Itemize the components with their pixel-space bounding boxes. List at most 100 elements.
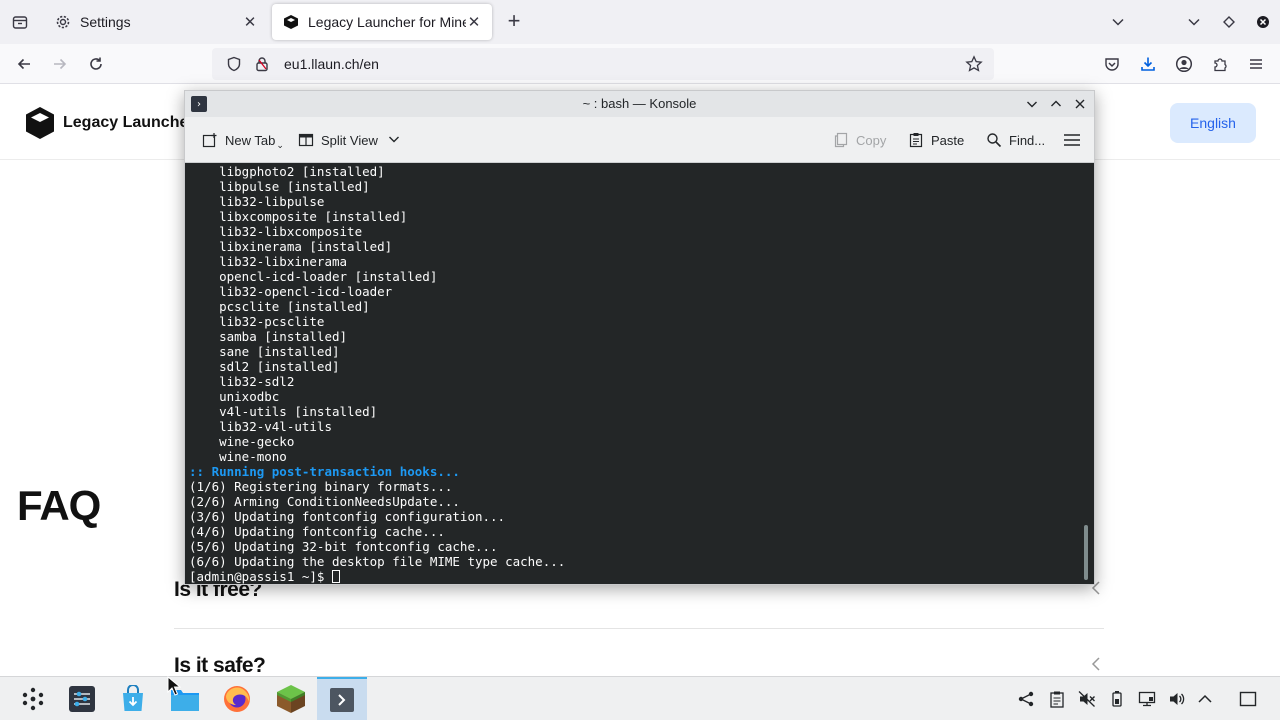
window-maximize-button[interactable] <box>1217 10 1241 34</box>
terminal-lines: libgphoto2 [installed] libpulse [install… <box>189 164 1079 584</box>
audio-muted-tray[interactable] <box>1077 689 1097 709</box>
task-system-settings[interactable] <box>57 677 107 720</box>
hamburger-menu-icon <box>1250 59 1262 69</box>
bookmark-star-icon[interactable] <box>962 52 986 76</box>
terminal-hook-header: :: Running post-transaction hooks... <box>189 464 460 479</box>
clipboard-tray[interactable] <box>1047 689 1067 709</box>
terminal-line: opencl-icd-loader [installed] <box>189 269 438 284</box>
battery-tray[interactable] <box>1107 689 1127 709</box>
browser-tab-bar: Settings ✕ Legacy Launcher for Minec ✕ + <box>0 0 1280 44</box>
terminal-line: unixodbc <box>189 389 280 404</box>
discover-store-icon <box>123 685 143 711</box>
chevron-up-icon <box>1198 694 1212 703</box>
volume-tray[interactable] <box>1167 689 1187 709</box>
speaker-icon <box>1170 693 1185 705</box>
forward-button[interactable] <box>48 52 72 76</box>
terminal-line: (5/6) Updating 32-bit fontconfig cache..… <box>189 539 498 554</box>
split-view-button[interactable]: Split View <box>297 129 400 151</box>
new-tab-label: New Tab <box>225 132 276 148</box>
konsole-maximize-button[interactable] <box>1047 95 1065 113</box>
terminal-line: lib32-pcsclite <box>189 314 325 329</box>
terminal-line: lib32-libxcomposite <box>189 224 363 239</box>
desktop-icon <box>1239 691 1257 707</box>
terminal-output[interactable]: libgphoto2 [installed] libpulse [install… <box>185 163 1094 584</box>
new-tab-button[interactable]: + <box>502 10 526 34</box>
close-tab-icon[interactable]: ✕ <box>242 14 258 31</box>
konsole-close-button[interactable] <box>1071 95 1089 113</box>
account-button[interactable] <box>1172 52 1196 76</box>
window-close-button[interactable] <box>1251 10 1275 34</box>
terminal-line: wine-gecko <box>189 434 295 449</box>
terminal-line: lib32-sdl2 <box>189 374 295 389</box>
download-icon <box>1141 57 1155 71</box>
launcher-logo-icon[interactable] <box>24 106 56 140</box>
reload-button[interactable] <box>84 52 108 76</box>
language-button[interactable]: English <box>1170 103 1256 143</box>
chevron-down-icon <box>1188 18 1200 26</box>
arrow-right-icon <box>54 58 67 70</box>
menu-button[interactable] <box>1244 52 1268 76</box>
account-icon <box>1175 55 1193 73</box>
chevron-down-icon[interactable] <box>388 133 400 148</box>
kde-connect-tray[interactable] <box>1016 689 1036 709</box>
window-minimize-button[interactable] <box>1182 10 1206 34</box>
terminal-scrollbar[interactable] <box>1084 525 1088 580</box>
chevron-down-icon <box>1027 101 1037 108</box>
minecraft-grass-block-icon <box>277 685 305 713</box>
split-view-icon <box>297 131 315 149</box>
konsole-titlebar[interactable]: › ~ : bash — Konsole <box>185 91 1094 117</box>
new-tab-icon <box>201 131 219 149</box>
pocket-button[interactable] <box>1100 52 1124 76</box>
task-konsole[interactable] <box>317 677 367 720</box>
faq-heading: FAQ <box>17 482 101 529</box>
paste-button[interactable]: Paste <box>907 129 964 151</box>
terminal-line: lib32-libpulse <box>189 194 325 209</box>
show-hidden-tray-button[interactable] <box>1195 689 1215 709</box>
tab-legacy-launcher[interactable]: Legacy Launcher for Minec ✕ <box>272 4 492 40</box>
task-legacy-launcher[interactable] <box>266 677 316 720</box>
chevron-left-icon <box>1088 656 1104 672</box>
downloads-button[interactable] <box>1136 52 1160 76</box>
task-firefox[interactable] <box>212 677 262 720</box>
paste-icon <box>907 131 925 149</box>
tab-list-icon <box>12 16 28 29</box>
terminal-prompt-line[interactable]: [admin@passis1 ~]$ <box>189 569 1079 584</box>
close-icon <box>1075 99 1085 109</box>
application-launcher[interactable] <box>8 677 58 720</box>
puzzle-icon <box>1214 58 1227 72</box>
paste-label: Paste <box>931 132 965 148</box>
terminal-line: sdl2 [installed] <box>189 359 340 374</box>
tab-list-button[interactable] <box>8 10 32 34</box>
terminal-line: sane [installed] <box>189 344 340 359</box>
list-all-tabs-button[interactable] <box>1106 10 1130 34</box>
faq-item-safe[interactable]: Is it safe? <box>174 648 1104 676</box>
terminal-line: (2/6) Arming ConditionNeedsUpdate... <box>189 494 460 509</box>
faq-divider <box>174 628 1104 629</box>
tab-settings[interactable]: Settings ✕ <box>44 4 268 40</box>
new-tab-button[interactable]: New Tab ⌄ <box>201 129 284 151</box>
mouse-pointer-icon <box>167 676 181 696</box>
network-tray[interactable] <box>1137 689 1157 709</box>
diamond-icon <box>1223 16 1235 28</box>
shield-icon[interactable] <box>222 52 246 76</box>
terminal-line: lib32-opencl-icd-loader <box>189 284 393 299</box>
konsole-minimize-button[interactable] <box>1023 95 1041 113</box>
task-discover[interactable] <box>108 677 158 720</box>
konsole-title: ~ : bash — Konsole <box>582 96 697 111</box>
lock-icon[interactable] <box>250 52 274 76</box>
show-desktop-button[interactable] <box>1238 689 1258 709</box>
terminal-line: lib32-libxinerama <box>189 254 348 269</box>
terminal-line: libpulse [installed] <box>189 179 370 194</box>
find-button[interactable]: Find... <box>985 129 1045 151</box>
extensions-button[interactable] <box>1208 52 1232 76</box>
speaker-muted-icon <box>1078 691 1095 707</box>
konsole-menu-button[interactable] <box>1063 129 1087 151</box>
site-name[interactable]: Legacy Launcher <box>63 114 195 132</box>
terminal-prompt: [admin@passis1 ~]$ <box>189 569 332 584</box>
launcher-icon <box>22 687 44 711</box>
copy-button[interactable]: Copy <box>832 129 886 151</box>
back-button[interactable] <box>12 52 36 76</box>
url-bar[interactable]: eu1.llaun.ch/en <box>212 48 994 80</box>
close-tab-icon[interactable]: ✕ <box>466 14 482 31</box>
konsole-window[interactable]: › ~ : bash — Konsole New Tab ⌄ Split Vie… <box>184 90 1095 585</box>
